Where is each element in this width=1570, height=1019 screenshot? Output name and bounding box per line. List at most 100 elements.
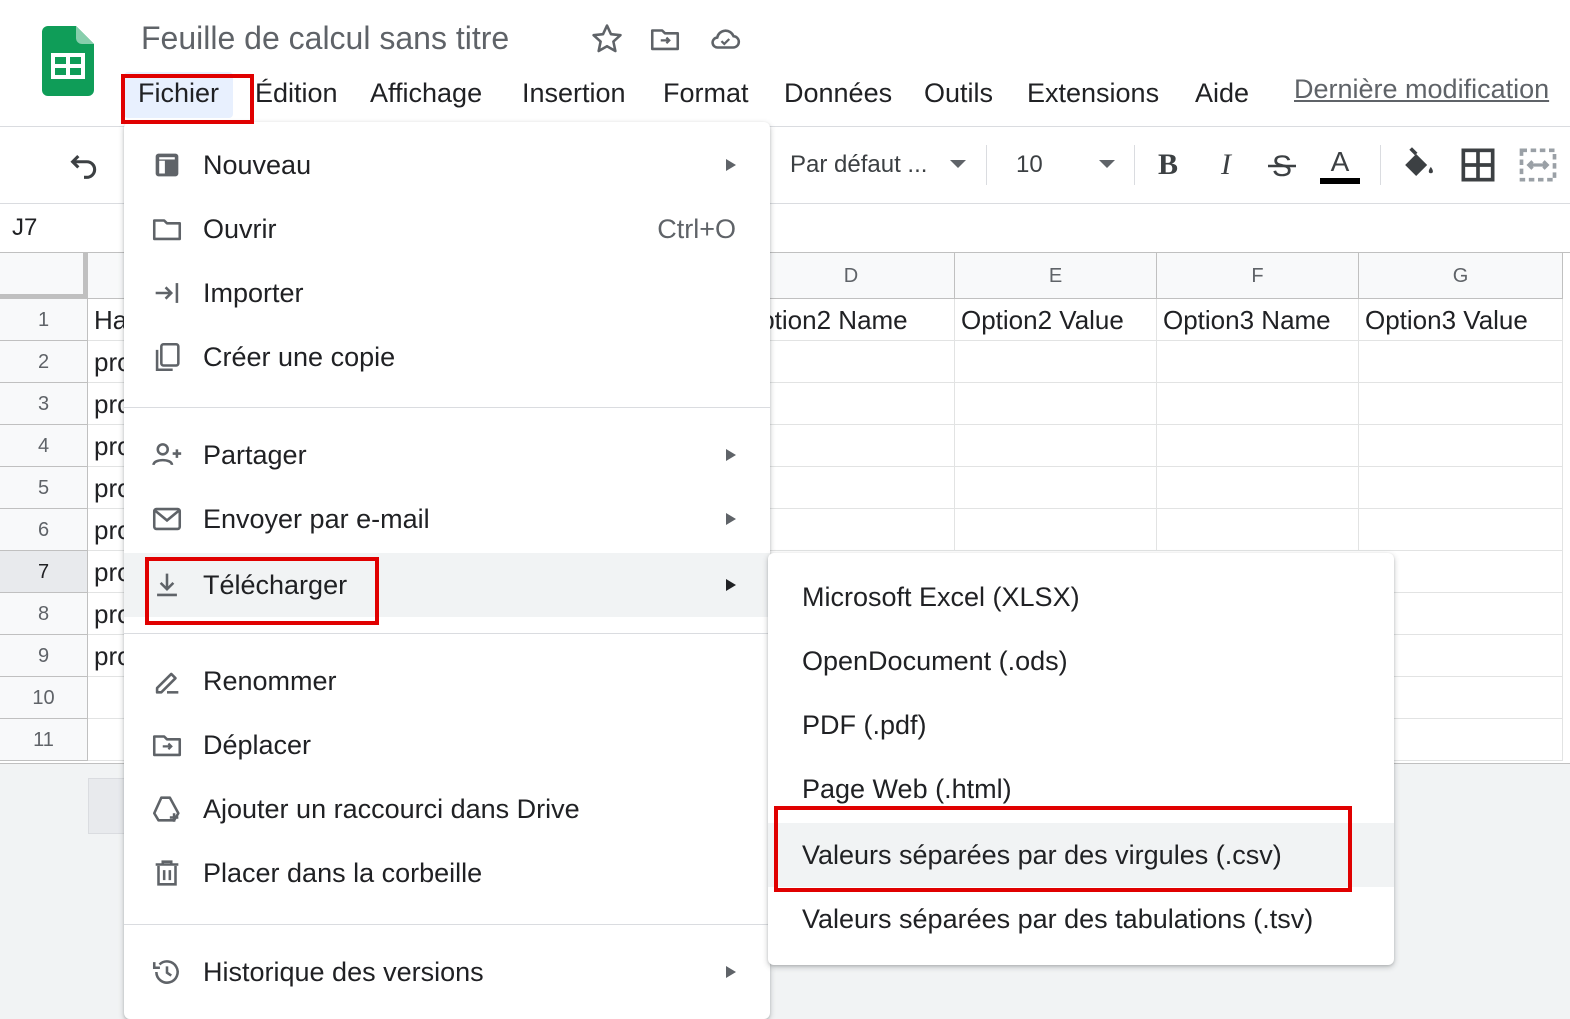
cell[interactable] — [1359, 383, 1563, 425]
submenu-arrow-icon — [726, 579, 736, 591]
toolbar-divider — [1134, 145, 1135, 185]
bold-icon[interactable]: B — [1146, 143, 1190, 187]
file-menu-copy[interactable]: Créer une copie — [124, 325, 770, 389]
select-all-corner[interactable] — [0, 253, 88, 299]
row-header-selected[interactable]: 7 — [0, 551, 88, 593]
row-header[interactable]: 2 — [0, 341, 88, 383]
row-header[interactable]: 10 — [0, 677, 88, 719]
cell[interactable] — [955, 383, 1157, 425]
file-menu-version-history[interactable]: Historique des versions — [124, 940, 770, 1004]
star-icon[interactable] — [590, 22, 624, 56]
cell[interactable] — [955, 425, 1157, 467]
cell[interactable] — [1157, 425, 1359, 467]
file-menu-move[interactable]: Déplacer — [124, 713, 770, 777]
row-header[interactable]: 3 — [0, 383, 88, 425]
move-folder-icon[interactable] — [648, 22, 682, 56]
row-header[interactable]: 6 — [0, 509, 88, 551]
row-header[interactable]: 5 — [0, 467, 88, 509]
download-tsv[interactable]: Valeurs séparées par des tabulations (.t… — [768, 887, 1394, 951]
cell[interactable] — [1157, 467, 1359, 509]
file-menu-import[interactable]: Importer — [124, 261, 770, 325]
download-ods[interactable]: OpenDocument (.ods) — [768, 629, 1394, 693]
file-menu-trash[interactable]: Placer dans la corbeille — [124, 841, 770, 905]
cell-e1[interactable]: Option2 Value — [955, 299, 1157, 341]
cell-d1[interactable]: Option2 Name — [748, 299, 955, 341]
italic-icon[interactable]: I — [1204, 143, 1248, 187]
font-family-select[interactable]: Par défaut ... — [790, 145, 927, 185]
download-icon — [157, 573, 177, 597]
cell[interactable] — [748, 383, 955, 425]
merge-cells-icon[interactable] — [1516, 143, 1560, 187]
file-menu-download-label: Télécharger — [203, 570, 348, 600]
text-color-icon[interactable]: A — [1318, 143, 1362, 187]
cell[interactable] — [1359, 467, 1563, 509]
cell[interactable] — [1359, 509, 1563, 551]
cell-f1[interactable]: Option3 Name — [1157, 299, 1359, 341]
font-size-caret-icon[interactable] — [1099, 160, 1115, 168]
cell[interactable] — [748, 467, 955, 509]
cell[interactable] — [955, 467, 1157, 509]
row-header[interactable]: 8 — [0, 593, 88, 635]
column-header-d[interactable]: D — [748, 253, 955, 299]
document-title[interactable]: Feuille de calcul sans titre — [141, 20, 509, 57]
cell[interactable] — [1359, 425, 1563, 467]
row-header[interactable]: 9 — [0, 635, 88, 677]
last-modified-link[interactable]: Dernière modification — [1294, 74, 1549, 105]
column-header-g[interactable]: G — [1359, 253, 1563, 299]
row-header[interactable]: 1 — [0, 299, 88, 341]
column-header-e[interactable]: E — [955, 253, 1157, 299]
submenu-arrow-icon — [726, 966, 736, 978]
cloud-status-icon[interactable] — [708, 22, 742, 56]
file-menu-share[interactable]: Partager — [124, 423, 770, 487]
strikethrough-icon[interactable]: S — [1260, 143, 1304, 187]
cell[interactable] — [1157, 341, 1359, 383]
row-header[interactable]: 4 — [0, 425, 88, 467]
download-ods-label: OpenDocument (.ods) — [802, 646, 1068, 676]
download-csv[interactable]: Valeurs séparées par des virgules (.csv) — [768, 823, 1394, 887]
file-menu-add-shortcut[interactable]: Ajouter un raccourci dans Drive — [124, 777, 770, 841]
new-sheet-icon — [155, 153, 179, 177]
menu-fichier[interactable]: Fichier — [124, 72, 234, 118]
font-size-select[interactable]: 10 — [1016, 145, 1043, 185]
menu-aide[interactable]: Aide — [1195, 72, 1249, 118]
sheets-logo-icon[interactable] — [42, 26, 94, 96]
cell[interactable] — [1157, 383, 1359, 425]
download-html[interactable]: Page Web (.html) — [768, 757, 1394, 821]
submenu-arrow-icon — [726, 513, 736, 525]
download-pdf[interactable]: PDF (.pdf) — [768, 693, 1394, 757]
cell[interactable] — [1359, 341, 1563, 383]
undo-icon[interactable] — [64, 149, 104, 183]
submenu-arrow-icon — [726, 159, 736, 171]
cell[interactable] — [748, 341, 955, 383]
download-xlsx[interactable]: Microsoft Excel (XLSX) — [768, 565, 1394, 629]
cell[interactable] — [1157, 509, 1359, 551]
row-header[interactable]: 11 — [0, 719, 88, 761]
file-menu-new[interactable]: Nouveau — [124, 133, 770, 197]
menu-insertion[interactable]: Insertion — [522, 72, 626, 118]
rename-pencil-icon — [155, 672, 179, 694]
file-menu-open[interactable]: Ouvrir Ctrl+O — [124, 197, 770, 261]
cell[interactable] — [748, 509, 955, 551]
fill-color-icon[interactable] — [1396, 143, 1440, 187]
toolbar-divider — [986, 145, 987, 185]
file-menu-rename[interactable]: Renommer — [124, 649, 770, 713]
cell[interactable] — [748, 425, 955, 467]
menu-format[interactable]: Format — [663, 72, 749, 118]
menu-edition[interactable]: Édition — [255, 72, 338, 118]
cell-g1[interactable]: Option3 Value — [1359, 299, 1563, 341]
file-menu-copy-label: Créer une copie — [203, 342, 396, 372]
menu-donnees[interactable]: Données — [784, 72, 892, 118]
column-header-f[interactable]: F — [1157, 253, 1359, 299]
borders-icon[interactable] — [1456, 143, 1500, 187]
menu-affichage[interactable]: Affichage — [370, 72, 482, 118]
copy-icon — [155, 342, 180, 372]
cell[interactable] — [955, 341, 1157, 383]
font-family-caret-icon[interactable] — [950, 160, 966, 168]
menu-extensions[interactable]: Extensions — [1027, 72, 1159, 118]
file-menu-email[interactable]: Envoyer par e-mail — [124, 487, 770, 551]
file-menu-version-history-label: Historique des versions — [203, 957, 484, 987]
cell[interactable] — [955, 509, 1157, 551]
file-menu-download[interactable]: Télécharger — [124, 553, 770, 617]
menu-outils[interactable]: Outils — [924, 72, 993, 118]
name-box[interactable]: J7 — [12, 214, 37, 242]
